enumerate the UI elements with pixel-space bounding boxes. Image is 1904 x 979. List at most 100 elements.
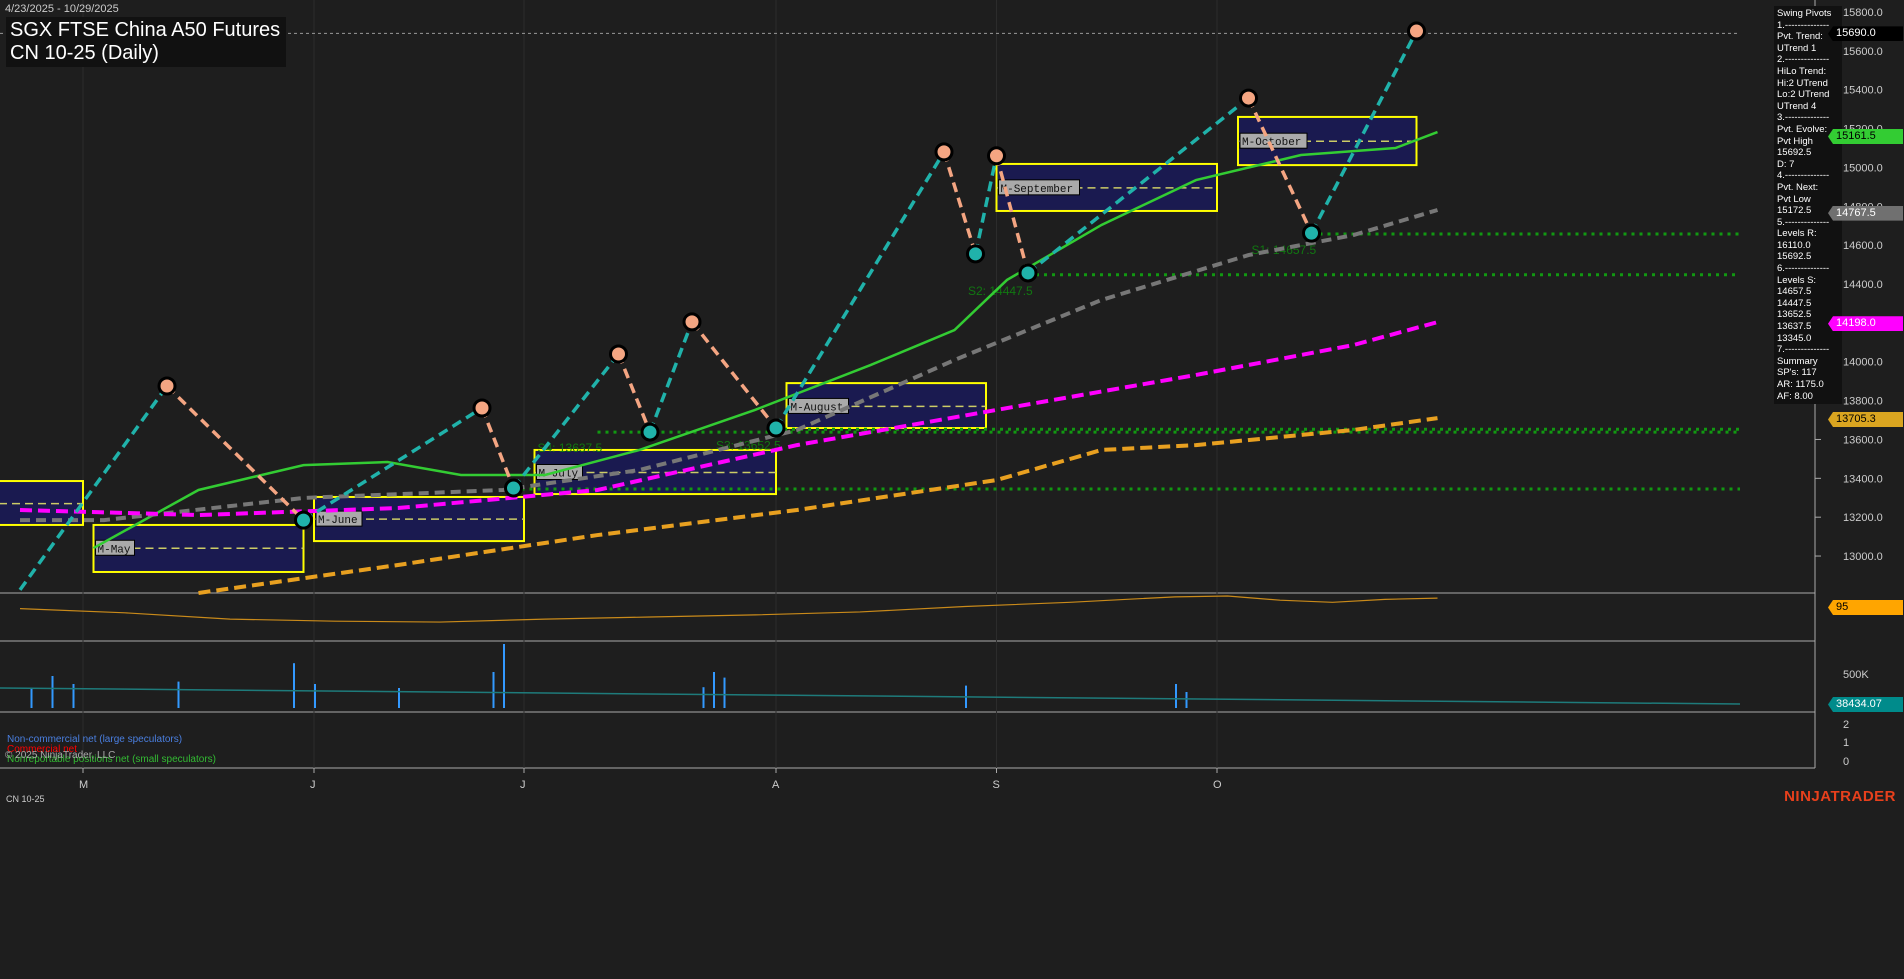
pivot-panel-line: Lo:2 UTrend — [1777, 89, 1830, 101]
volume-bar — [293, 663, 295, 708]
pivot-panel-line: HiLo Trend: — [1777, 65, 1827, 77]
y-tick-label: 13400.0 — [1843, 473, 1883, 485]
swing-high-marker — [934, 142, 954, 162]
pivot-panel-line: Levels R: — [1777, 228, 1817, 240]
y-tick-label: 15600.0 — [1843, 46, 1883, 58]
y-tick-label: 13200.0 — [1843, 512, 1883, 524]
swing-low-marker — [966, 244, 985, 264]
cot-line — [0, 687, 1741, 705]
y-tick-label: 15000.0 — [1843, 162, 1883, 174]
swing-low-marker — [1018, 263, 1038, 283]
title-line-1: SGX FTSE China A50 Futures — [10, 19, 281, 41]
swing-high-marker — [1407, 21, 1426, 41]
ninjatrader-logo: NINJATRADER — [1784, 788, 1896, 805]
swing-low-marker — [766, 418, 786, 438]
swing-pivots-panel: Swing Pivots 1.-------------- Pvt. Trend: U… — [1774, 6, 1842, 405]
pivot-panel-line: 7.-------------- — [1777, 344, 1830, 356]
month-label: J — [520, 779, 526, 791]
swing-leg — [616, 353, 652, 433]
volume-axis-label: 500K — [1843, 669, 1869, 681]
pivot-panel-line: 15692.5 — [1777, 251, 1812, 263]
swing-high-marker — [987, 146, 1006, 166]
pivot-panel-line: Pvt. Evolve: — [1777, 123, 1828, 135]
swing-high-marker — [1239, 88, 1258, 108]
pivot-panel-line: 5.-------------- — [1777, 216, 1830, 228]
y-tick-label: 13000.0 — [1843, 551, 1883, 563]
pivot-panel-line: 16110.0 — [1777, 239, 1811, 251]
volume-bar — [702, 687, 705, 708]
pivot-panel-line: Hi:2 UTrend — [1777, 77, 1828, 89]
month-label: S — [992, 779, 1000, 791]
cot-axis-2: 2 — [1843, 719, 1850, 731]
volume-bar — [177, 681, 180, 708]
copyright: © 2025 NinjaTrader, LLC — [5, 750, 116, 761]
price-tag: 15690.0 — [1828, 26, 1903, 42]
pivot-panel-line: 13345.0 — [1777, 332, 1812, 344]
value-area-label: M-June — [318, 515, 358, 527]
cot-axis-0: 0 — [1843, 756, 1850, 768]
volume-bar — [72, 684, 75, 708]
pivot-panel-line: UTrend 4 — [1777, 100, 1817, 112]
instrument-label: CN 10-25 — [6, 794, 45, 804]
y-tick-label: 15800.0 — [1843, 7, 1883, 19]
swing-leg — [973, 155, 999, 255]
pivot-panel-line: 3.-------------- — [1777, 112, 1830, 124]
pivot-panel-line: Pvt Low — [1777, 193, 1811, 205]
volume-bar — [503, 644, 505, 708]
price-tag: 14767.5 — [1828, 205, 1903, 221]
pivot-panel-line: AR: 1175.0 — [1777, 379, 1824, 390]
pivot-panel-line: 6.-------------- — [1777, 263, 1830, 275]
y-tick-label: 13800.0 — [1843, 396, 1883, 408]
pivot-panel-line: Levels S: — [1777, 274, 1817, 286]
pivot-panel-line: Summary — [1777, 355, 1818, 367]
price-tag: 13705.3 — [1828, 412, 1903, 427]
volume-bar — [1175, 684, 1177, 708]
y-tick-label: 14000.0 — [1843, 357, 1883, 369]
y-tick-label: 14400.0 — [1843, 279, 1883, 291]
value-area-label: M-August — [791, 402, 844, 414]
y-tick-label: 15400.0 — [1843, 85, 1883, 97]
swing-low-marker — [504, 478, 523, 498]
swing-high-marker — [157, 376, 177, 396]
date-range: 4/23/2025 - 10/29/2025 — [5, 3, 119, 15]
y-tick-label: 13600.0 — [1843, 434, 1883, 446]
pivot-panel-line: 14447.5 — [1777, 297, 1812, 309]
pivot-panel-line: D: 7 — [1777, 158, 1795, 170]
pivot-panel-line: 4.-------------- — [1777, 170, 1830, 182]
price-tag: 15161.5 — [1828, 129, 1903, 145]
swing-high-marker — [609, 344, 628, 364]
pivot-panel-line: 2.-------------- — [1777, 54, 1830, 66]
pivot-panel-line: AF: 8.00 — [1777, 390, 1813, 402]
volume-bar — [30, 688, 33, 708]
swing-leg — [648, 321, 694, 433]
pivot-panel-line: 13652.5 — [1777, 309, 1812, 321]
pivot-panel-line: UTrend 1 — [1777, 42, 1817, 54]
price-tag: 14198.0 — [1828, 316, 1903, 332]
cot-value-tag: 38434.07 — [1828, 697, 1903, 712]
pivot-panel-line: 15692.5 — [1777, 147, 1812, 159]
pivot-panel-line: Swing Pivots — [1777, 8, 1832, 19]
pivot-panel-line: SP's: 117 — [1777, 367, 1817, 379]
oscillator-value-tag: 95 — [1828, 600, 1903, 615]
volume-bar — [51, 676, 54, 708]
volume-bar — [1185, 692, 1188, 708]
price-chart[interactable]: 13000.0 13200.0 13400.0 13600.0 13800.0 14000… — [0, 0, 1904, 979]
volume-bar — [713, 672, 715, 708]
pivot-panel-line: 14657.5 — [1777, 286, 1812, 298]
y-tick-label: 14600.0 — [1843, 240, 1883, 252]
swing-low-marker — [294, 510, 313, 530]
volume-bar — [492, 672, 495, 708]
volume-bar — [723, 677, 726, 708]
swing-leg — [165, 384, 305, 522]
volume-bar — [314, 684, 316, 708]
month-label: O — [1213, 779, 1222, 791]
month-label: M — [79, 779, 89, 791]
oscillator-line — [19, 595, 1438, 623]
swing-leg — [942, 151, 978, 255]
pivot-panel-line: Pvt. Next: — [1777, 181, 1819, 193]
swing-low-marker — [640, 422, 660, 442]
swing-leg — [690, 320, 778, 430]
pivot-panel-line: 1.-------------- — [1777, 19, 1830, 31]
title-line-2: CN 10-25 (Daily) — [10, 42, 159, 64]
cot-axis-1: 1 — [1843, 737, 1850, 749]
